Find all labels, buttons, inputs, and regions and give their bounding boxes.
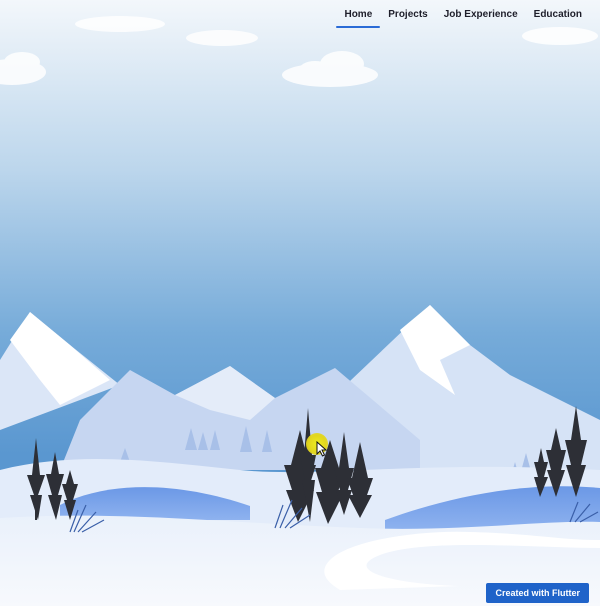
nav-projects[interactable]: Projects [380, 3, 435, 26]
created-with-flutter-button[interactable]: Created with Flutter [486, 583, 589, 603]
winter-landscape-illustration [0, 0, 600, 606]
top-navigation: Home Projects Job Experience Education [336, 0, 600, 28]
nav-home[interactable]: Home [336, 3, 381, 28]
pointer-cursor-icon [316, 441, 328, 457]
nav-education[interactable]: Education [526, 3, 590, 26]
nav-job-experience[interactable]: Job Experience [436, 3, 526, 26]
